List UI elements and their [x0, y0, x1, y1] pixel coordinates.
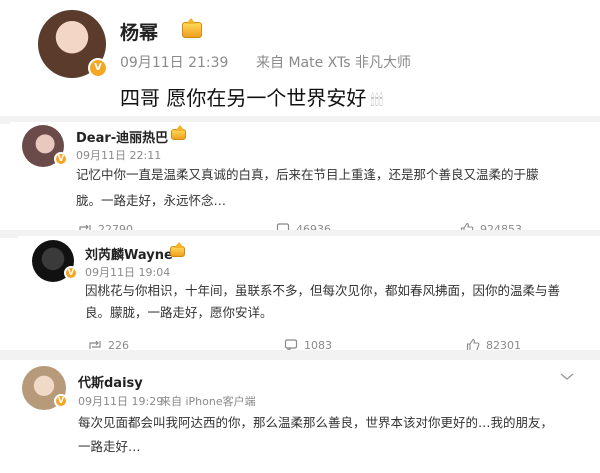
- post-time: 09月11日 21:39: [120, 55, 229, 71]
- crown-icon: [170, 242, 185, 257]
- comment-time: 09月11日 19:29: [78, 395, 164, 408]
- post-text-body: 四哥 愿你在另一个世界安好: [120, 86, 367, 110]
- candle-emoji: 🕯🕯🕯: [370, 91, 384, 109]
- comment-card: V Dear-迪丽热巴 09月11日 22:11 记忆中你一直是温柔又真诚的白真…: [10, 122, 600, 236]
- chevron-down-icon[interactable]: [560, 366, 574, 380]
- comment-time: 09月11日 22:11: [76, 149, 162, 162]
- comment-text-line: 记忆中你一直是温柔又真诚的白真，后来在节目上重逢，还是那个善良又温柔的于朦: [76, 167, 539, 182]
- comment-author-name[interactable]: 刘芮麟Wayne: [85, 244, 173, 263]
- post-source: 来自 Mate XTs 非凡大师: [256, 55, 411, 71]
- verified-v-icon: V: [88, 58, 108, 78]
- comment-author-name[interactable]: Dear-迪丽热巴: [76, 127, 168, 146]
- verified-v-icon: V: [54, 152, 68, 166]
- verified-v-icon: V: [54, 394, 68, 408]
- comment-source: 来自 iPhone客户端: [160, 395, 256, 408]
- comment-text-line: 良。朦胧，一路走好，愿你安详。: [85, 305, 273, 320]
- main-post: V 杨幂 09月11日 21:39 来自 Mate XTs 非凡大师 四哥 愿你…: [0, 0, 600, 118]
- comment-text-line: 胧。一路走好，永远怀念…: [76, 193, 227, 208]
- comment-card: V 代斯daisy 09月11日 19:29 来自 iPhone客户端 每次见面…: [0, 360, 600, 473]
- verified-v-icon: V: [64, 266, 78, 280]
- crown-icon: [171, 125, 186, 140]
- comment-text-line: 每次见面都会叫我阿达西的你，那么温柔那么善良，世界本该对你更好的…我的朋友，: [78, 415, 554, 430]
- comment-author-name[interactable]: 代斯daisy: [78, 372, 143, 391]
- post-text: 四哥 愿你在另一个世界安好 🕯🕯🕯: [120, 82, 383, 111]
- comment-text-line: 一路走好…: [78, 439, 141, 454]
- post-author-name[interactable]: 杨幂: [120, 18, 158, 45]
- divider: [0, 350, 600, 360]
- comment-card: V 刘芮麟Wayne 09月11日 19:04 因桃花与你相识，十年间，虽联系不…: [18, 236, 600, 352]
- crown-icon: [182, 18, 202, 38]
